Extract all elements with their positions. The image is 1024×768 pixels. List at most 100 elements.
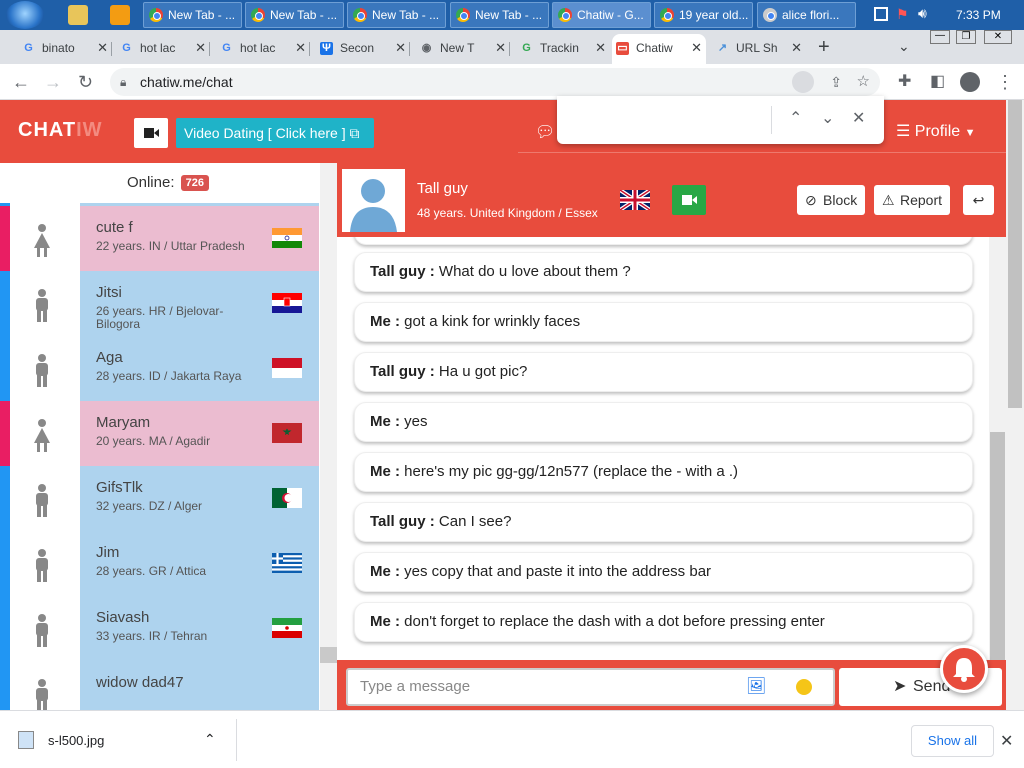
close-tab-icon[interactable]: ✕: [495, 34, 506, 62]
close-shelf-icon[interactable]: ✕: [1000, 731, 1013, 751]
user-list-sidebar: Online: 726 53 years. MA / Agadircute f2…: [0, 163, 320, 710]
external-link-icon: ⧉: [349, 125, 360, 141]
browser-tab[interactable]: ↗ URL Sh ✕: [712, 34, 806, 64]
find-next-icon[interactable]: ⌄: [821, 108, 834, 128]
video-call-button[interactable]: [672, 185, 706, 215]
find-close-icon[interactable]: ✕: [852, 108, 865, 128]
video-dating-button[interactable]: Video Dating [ Click here ] ⧉: [176, 118, 374, 148]
extensions-icon[interactable]: ✚: [898, 72, 911, 92]
close-tab-icon[interactable]: ✕: [295, 34, 306, 62]
message-text: don't forget to replace the dash with a …: [404, 613, 825, 630]
reload-icon[interactable]: ↻: [78, 72, 93, 92]
chrome-icon: [558, 8, 572, 22]
google-icon: G: [522, 42, 531, 54]
side-panel-icon[interactable]: ◧: [930, 72, 945, 92]
tab-search-chevron-icon[interactable]: ⌄: [898, 38, 910, 55]
user-list-item[interactable]: GifsTlk 32 years. DZ / Alger: [0, 466, 320, 531]
user-list-item[interactable]: widow dad47: [0, 661, 320, 710]
male-user-icon: [36, 354, 48, 387]
notification-bell-button[interactable]: [940, 645, 988, 693]
chat-bubbles-icon[interactable]: 💬︎: [535, 122, 555, 142]
bookmark-star-icon[interactable]: ☆: [857, 68, 870, 96]
browser-tab[interactable]: Ghot lac ✕: [116, 34, 210, 64]
close-window-icon[interactable]: ✕: [984, 30, 1012, 44]
download-item[interactable]: s-l500.jpg ⌃: [18, 731, 216, 749]
volume-icon[interactable]: 🔊︎: [918, 5, 927, 22]
clock[interactable]: 7:33 PM: [956, 8, 1001, 22]
user-meta: 28 years. GR / Attica: [96, 564, 207, 578]
zoom-search-icon[interactable]: [792, 71, 814, 93]
user-meta: 20 years. MA / Agadir: [96, 434, 211, 448]
user-list-item[interactable]: Jim 28 years. GR / Attica: [0, 531, 320, 596]
webcam-button[interactable]: [134, 118, 168, 148]
user-list-item[interactable]: Siavash 33 years. IR / Tehran: [0, 596, 320, 661]
restore-icon[interactable]: ❐: [956, 30, 976, 44]
minimize-icon[interactable]: —: [930, 30, 950, 44]
flag-icon[interactable]: ⚑: [896, 6, 909, 23]
block-button[interactable]: ⊘ Block: [797, 185, 866, 215]
close-tab-icon[interactable]: ✕: [395, 34, 406, 62]
chatiw-logo[interactable]: CHATIW: [18, 114, 101, 146]
user-list-item[interactable]: Maryam 20 years. MA / Agadir: [0, 401, 320, 466]
windows-start-button[interactable]: [6, 1, 44, 29]
back-reply-button[interactable]: ↩: [963, 185, 994, 215]
taskbar-window[interactable]: 19 year old...: [654, 2, 753, 28]
taskbar-window[interactable]: New Tab - ...: [245, 2, 344, 28]
chat-scrollbar[interactable]: [989, 237, 1006, 660]
user-list-item[interactable]: Jitsi 26 years. HR / Bjelovar-Bilogora: [0, 271, 320, 336]
report-button[interactable]: ⚠ Report: [874, 185, 951, 215]
emoji-icon[interactable]: [796, 679, 812, 695]
page-scrollbar[interactable]: [1006, 100, 1024, 710]
find-input[interactable]: [565, 104, 765, 136]
show-all-downloads-button[interactable]: Show all: [911, 725, 994, 757]
app-icon: [763, 8, 777, 22]
user-list-item[interactable]: cute f 22 years. IN / Uttar Pradesh: [0, 206, 320, 271]
lock-icon[interactable]: 🔒︎: [120, 68, 126, 96]
iran-flag: [272, 618, 302, 638]
browser-tab[interactable]: Ghot lac ✕: [216, 34, 310, 64]
close-tab-icon[interactable]: ✕: [595, 34, 606, 62]
partner-avatar[interactable]: [342, 169, 405, 232]
taskbar-window[interactable]: New Tab - ...: [450, 2, 549, 28]
browser-tab[interactable]: ◉ New T ✕: [416, 34, 510, 64]
folder-icon[interactable]: [68, 5, 88, 25]
address-bar[interactable]: 🔒︎ chatiw.me/chat ⇪ ☆: [110, 68, 880, 96]
chevron-up-icon[interactable]: ⌃: [204, 731, 216, 748]
message-input[interactable]: Type a message 🖼︎: [346, 668, 835, 706]
google-icon: G: [222, 42, 231, 54]
media-player-icon[interactable]: [110, 5, 130, 25]
message-bubble: Me : yes: [354, 402, 973, 442]
close-tab-icon[interactable]: ✕: [195, 34, 206, 62]
new-tab-icon[interactable]: +: [818, 36, 830, 59]
browser-tab[interactable]: Gbinato ✕: [18, 34, 112, 64]
profile-avatar-icon[interactable]: [960, 72, 980, 92]
chatiw-icon: ▭: [616, 42, 629, 55]
browser-tab-active[interactable]: ▭ Chatiw ✕: [612, 34, 706, 64]
share-icon[interactable]: ⇪: [830, 68, 842, 96]
message-text: What do u love about them ?: [438, 263, 631, 280]
close-tab-icon[interactable]: ✕: [691, 34, 702, 62]
image-upload-icon[interactable]: 🖼︎: [746, 670, 766, 704]
menu-kebab-icon[interactable]: ⋮: [996, 72, 1014, 92]
message-bubble: Me : here's my pic gg-gg/12n577 (replace…: [354, 452, 973, 492]
forward-icon[interactable]: →: [44, 72, 62, 92]
browser-tab[interactable]: Ψ Secon ✕: [316, 34, 410, 64]
taskbar-window-active[interactable]: Chatiw - G...: [552, 2, 651, 28]
back-icon[interactable]: ←: [12, 72, 30, 92]
taskbar-window[interactable]: New Tab - ...: [143, 2, 242, 28]
close-tab-icon[interactable]: ✕: [97, 34, 108, 62]
find-previous-icon[interactable]: ⌃: [789, 108, 802, 128]
algeria-flag: [272, 488, 302, 508]
network-icon[interactable]: [874, 7, 888, 21]
taskbar-window[interactable]: New Tab - ...: [347, 2, 446, 28]
sidebar-scrollbar[interactable]: [320, 163, 337, 710]
message-text: yes: [404, 413, 428, 430]
message-text: got a kink for wrinkly faces: [404, 313, 581, 330]
taskbar-window[interactable]: alice flori...: [757, 2, 856, 28]
profile-menu[interactable]: ☰ Profile ▼: [896, 120, 976, 145]
partner-name: Tall guy: [417, 180, 468, 197]
browser-tab[interactable]: G Trackin ✕: [516, 34, 610, 64]
paper-plane-icon: ➤: [893, 678, 907, 695]
user-list-item[interactable]: Aga 28 years. ID / Jakarta Raya: [0, 336, 320, 401]
close-tab-icon[interactable]: ✕: [791, 34, 802, 62]
